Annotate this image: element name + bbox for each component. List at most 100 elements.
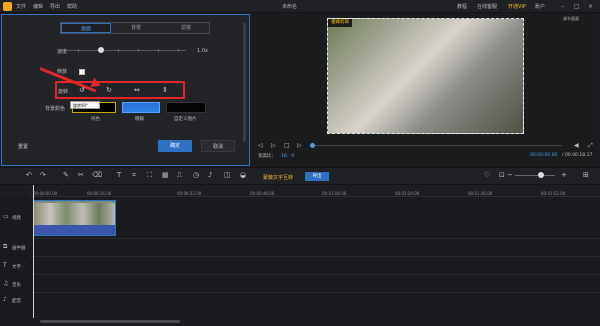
rotate-tooltip: 旋转90°	[70, 101, 100, 109]
edit-tabs: 画面 背景 滤镜	[60, 22, 210, 34]
account-link[interactable]: 账户	[535, 3, 545, 10]
stop-icon[interactable]: □	[284, 142, 290, 149]
ok-button[interactable]: 确定	[158, 140, 192, 152]
tab-background[interactable]: 背景	[111, 23, 161, 33]
app-logo-icon	[3, 2, 12, 11]
audio-icon[interactable]: ◫	[224, 171, 231, 179]
music-track-icon: ♫	[3, 280, 9, 287]
minimize-icon[interactable]: –	[561, 3, 564, 10]
slider-tick	[138, 49, 139, 52]
fit-icon[interactable]: ⛶	[147, 171, 152, 180]
text-icon[interactable]: T	[117, 171, 121, 179]
playback-progress[interactable]	[312, 145, 562, 146]
current-time: 00:00:00.00	[530, 153, 558, 158]
ruler-tick-label: 00:01:20.00	[395, 191, 420, 196]
menu-help[interactable]: 帮助	[67, 3, 77, 10]
crop-icon[interactable]: ⌗	[132, 171, 136, 180]
panel-scrollbar[interactable]	[243, 22, 246, 142]
blur-swatch[interactable]	[122, 102, 160, 113]
volume-icon[interactable]: ◀	[574, 142, 579, 149]
track-label-video: 视频	[12, 216, 21, 221]
rotate-right-icon[interactable]: ↻	[106, 86, 112, 94]
support-link[interactable]: 在线客服	[477, 3, 497, 10]
slider-tick	[178, 49, 179, 52]
timeline-ruler[interactable]	[30, 185, 600, 197]
split-icon[interactable]: ✂	[78, 171, 84, 179]
microphone-icon[interactable]: ♪	[208, 171, 212, 179]
text-track-icon: T	[3, 262, 7, 269]
color-icon[interactable]: ◒	[240, 171, 246, 179]
play-icon[interactable]: ▷	[271, 142, 276, 149]
mosaic-icon[interactable]: ▦	[162, 171, 169, 179]
timer-icon[interactable]: ◷	[193, 171, 199, 179]
adjust-frame-button[interactable]: 调节画面	[563, 16, 579, 22]
track-divider	[30, 274, 600, 275]
zoom-knob[interactable]	[538, 172, 544, 178]
slider-tick	[118, 49, 119, 52]
ruler-tick-label: 00:01:52.00	[541, 191, 566, 196]
close-icon[interactable]: ×	[588, 3, 593, 10]
zoom-out-icon[interactable]: −	[507, 171, 513, 179]
playback-knob[interactable]	[310, 143, 315, 148]
zoom-in-icon[interactable]: +	[561, 171, 567, 179]
slider-tick	[78, 49, 79, 52]
speed-slider[interactable]	[66, 50, 186, 51]
track-divider	[30, 238, 600, 239]
export-button[interactable]: 导出	[305, 172, 329, 181]
freeze-icon[interactable]: ⎍	[177, 171, 182, 180]
pip-track-icon: ⧉	[3, 243, 8, 250]
delete-icon[interactable]: ⌫	[92, 171, 102, 179]
timeline-scroll-thumb[interactable]	[40, 320, 180, 323]
track-divider	[30, 256, 600, 257]
menu-file[interactable]: 文件	[16, 3, 26, 10]
menu-edit[interactable]: 编辑	[33, 3, 43, 10]
vip-link[interactable]: 开通VIP	[508, 3, 526, 10]
clip-thumbnails	[34, 203, 115, 225]
ruler-tick-label: 00:00:00.00	[33, 191, 58, 196]
tutorial-link[interactable]: 教程	[457, 3, 467, 10]
aspect-ratio-label: 宽高比：	[258, 154, 276, 159]
reset-button[interactable]: 重置	[18, 143, 28, 150]
flip-vertical-icon[interactable]: ⇕	[162, 86, 168, 94]
redo-icon[interactable]: ↷	[40, 171, 46, 179]
flip-horizontal-icon[interactable]: ⇔	[134, 86, 140, 94]
pen-icon[interactable]: ✎	[63, 171, 69, 179]
next-frame-icon[interactable]: ▷	[297, 142, 302, 149]
snapshot-icon[interactable]: ⊡	[499, 171, 505, 179]
fullscreen-icon[interactable]: ⤢	[588, 142, 593, 150]
ruler-tick-label: 00:01:04.00	[322, 191, 347, 196]
ruler-tick-label: 00:00:16.00	[87, 191, 112, 196]
menu-export[interactable]: 导出	[50, 3, 60, 10]
solid-color-label: 纯色	[91, 117, 100, 122]
tab-filter[interactable]: 滤镜	[161, 23, 211, 33]
rotate-label: 旋转	[58, 89, 69, 95]
total-time: / 00:00:18.17	[562, 153, 593, 158]
track-divider	[30, 292, 600, 293]
app-title: 未命名	[282, 4, 298, 10]
aspect-ratio-value[interactable]: 16：9	[281, 153, 294, 159]
fit-timeline-icon[interactable]: ⊞	[583, 171, 589, 179]
track-label-voiceover: 配音	[12, 299, 21, 304]
playhead[interactable]	[33, 185, 34, 321]
reverse-checkbox[interactable]	[79, 69, 85, 75]
maximize-icon[interactable]: □	[574, 3, 580, 10]
cancel-button[interactable]: 取消	[201, 140, 235, 152]
custom-image-label: 自定义图片	[174, 117, 197, 122]
tab-picture[interactable]: 画面	[61, 23, 111, 33]
slider-tick	[158, 49, 159, 52]
speed-value: 1.0x	[197, 48, 208, 54]
speed-slider-knob[interactable]	[98, 47, 104, 53]
track-label-music: 音乐	[12, 283, 21, 288]
track-label-text: 文字	[12, 265, 21, 270]
video-track-icon: ▭	[3, 213, 9, 220]
video-frame[interactable]	[327, 18, 524, 134]
custom-image-swatch[interactable]	[166, 102, 206, 113]
zoom-slider[interactable]	[515, 175, 555, 176]
ruler-tick-label: 00:01:36.00	[468, 191, 493, 196]
undo-icon[interactable]: ↶	[26, 171, 32, 179]
rotate-left-icon[interactable]: ↺	[79, 86, 85, 94]
heart-icon[interactable]: ♡	[484, 171, 490, 179]
prev-frame-icon[interactable]: ◁	[258, 142, 263, 149]
blur-label: 模糊	[135, 117, 144, 122]
text-convert-promo[interactable]: 蒙蔽文字互转	[263, 174, 293, 181]
